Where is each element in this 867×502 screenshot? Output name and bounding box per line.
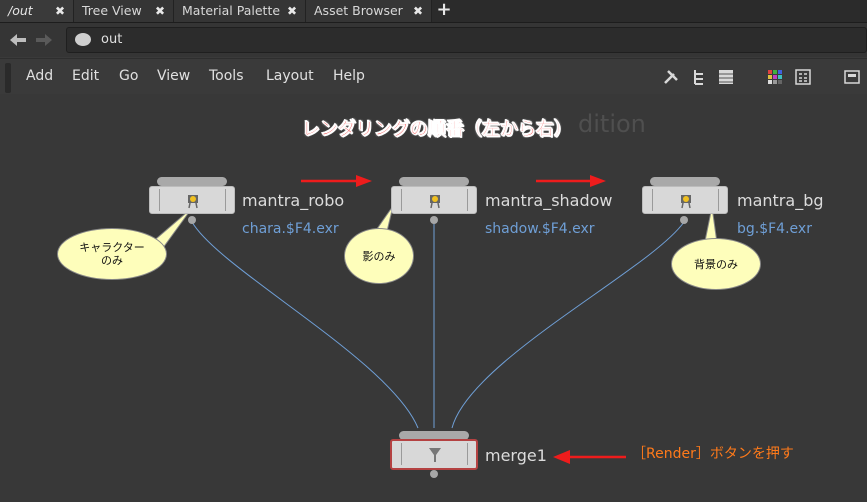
annotation-bubble-shadow: 影のみ: [344, 228, 414, 284]
render-button-callout: ［Render］ボタンを押す: [632, 446, 794, 462]
node-name-merge: merge1: [485, 446, 547, 465]
bubble-line: 背景のみ: [694, 257, 738, 271]
bubble-line: のみ: [101, 254, 123, 267]
node-output-shadow: shadow.$F4.exr: [485, 221, 595, 237]
bubble-line: キャラクター: [79, 241, 145, 254]
node-output-bg: bg.$F4.exr: [737, 221, 812, 237]
ghost-network-label: dition: [578, 110, 646, 138]
order-arrow-head: [356, 175, 372, 187]
node-bg-flag-bar[interactable]: [650, 177, 720, 186]
bubble-line: 影のみ: [362, 249, 396, 263]
node-output-robo: chara.$F4.exr: [242, 221, 339, 237]
camera-render-icon: [681, 195, 691, 209]
camera-render-icon: [430, 195, 440, 209]
node-mantra-bg[interactable]: [642, 186, 728, 214]
node-name-shadow: mantra_shadow: [485, 191, 613, 210]
node-mantra-robo[interactable]: [149, 186, 235, 214]
node-mantra-shadow[interactable]: [391, 186, 477, 214]
annotation-bubble-bg: 背景のみ: [671, 238, 761, 290]
camera-render-icon: [188, 195, 198, 209]
node-output-dot[interactable]: [188, 216, 196, 224]
order-arrow-head: [590, 175, 606, 187]
node-robo-flag-bar[interactable]: [157, 177, 227, 186]
render-order-title: レンダリングの順番（左から右）: [302, 119, 573, 141]
node-merge1[interactable]: [390, 439, 478, 470]
node-output-dot[interactable]: [430, 470, 438, 478]
node-name-robo: mantra_robo: [242, 191, 345, 210]
node-output-dot[interactable]: [430, 216, 438, 224]
node-name-bg: mantra_bg: [737, 191, 824, 210]
merge-funnel-icon: [429, 448, 441, 462]
annotation-bubble-character: キャラクター のみ: [57, 228, 167, 280]
wire-bg-merge: [451, 221, 685, 429]
callout-arrow-head: [553, 450, 570, 464]
node-output-dot[interactable]: [680, 216, 688, 224]
node-shadow-flag-bar[interactable]: [399, 177, 469, 186]
